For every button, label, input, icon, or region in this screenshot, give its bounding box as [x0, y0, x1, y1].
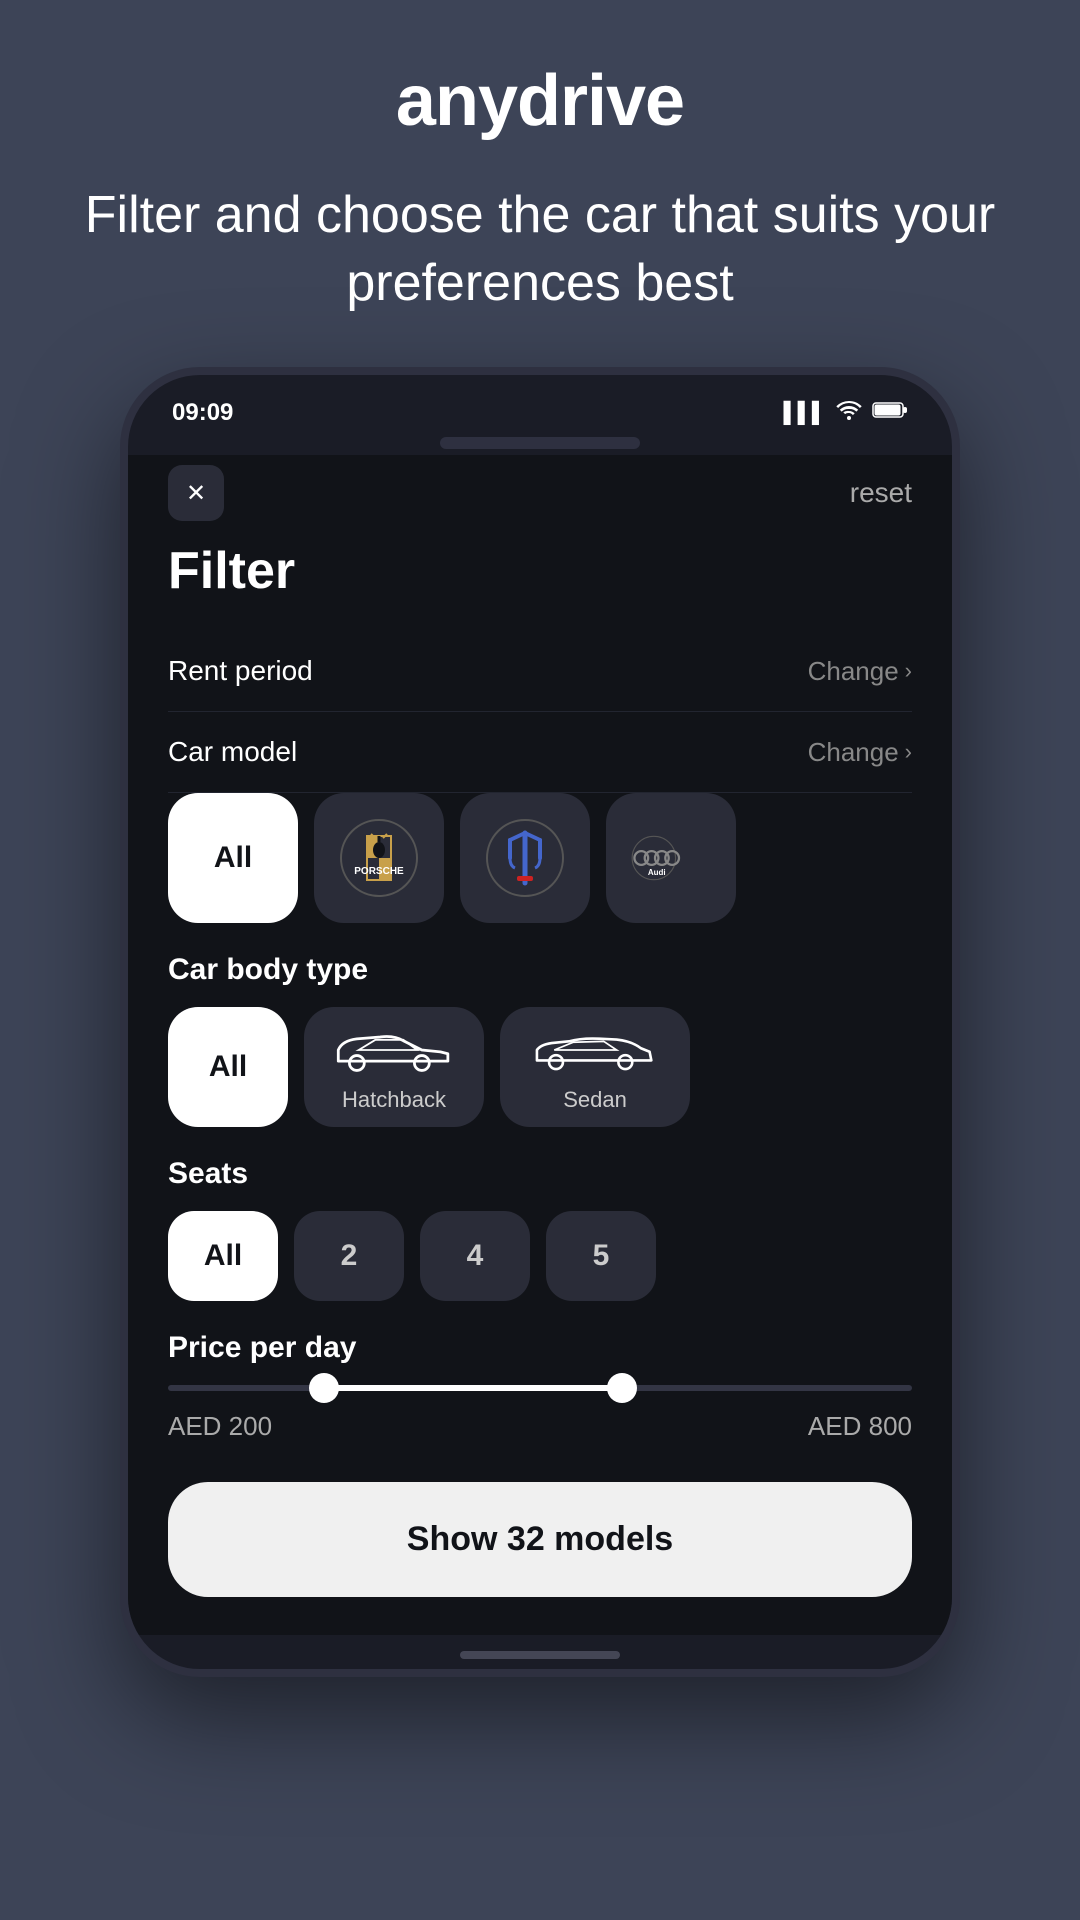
brand-chip-audi[interactable]: Audi — [606, 793, 736, 923]
svg-text:Audi: Audi — [648, 868, 666, 877]
car-body-type-header: Car body type — [168, 953, 912, 987]
brand-chip-all[interactable]: All — [168, 793, 298, 923]
sedan-icon — [530, 1021, 660, 1079]
seat-chip-5[interactable]: 5 — [546, 1211, 656, 1301]
reset-button[interactable]: reset — [850, 477, 912, 509]
battery-icon — [872, 401, 908, 425]
car-model-row: Car model Change › — [168, 712, 912, 793]
show-models-button[interactable]: Show 32 models — [168, 1482, 912, 1597]
slider-track — [168, 1385, 912, 1391]
seats-row: All 2 4 5 — [168, 1211, 912, 1301]
filter-screen: ✕ reset Filter Rent period Change › Car … — [128, 455, 952, 1635]
hatchback-icon — [329, 1021, 459, 1079]
filter-top-controls: ✕ reset — [168, 465, 912, 521]
rent-period-change: Change — [808, 656, 899, 687]
seat-5-label: 5 — [593, 1239, 610, 1273]
app-title: anydrive — [396, 60, 684, 142]
slider-thumb-min[interactable] — [309, 1373, 339, 1403]
seat-all-label: All — [204, 1239, 242, 1273]
body-type-all-label: All — [209, 1050, 247, 1084]
brands-row: All PORSCHE — [168, 793, 912, 923]
body-type-chip-all[interactable]: All — [168, 1007, 288, 1127]
wifi-icon — [836, 400, 862, 426]
body-type-chip-sedan[interactable]: Sedan — [500, 1007, 690, 1127]
close-icon: ✕ — [186, 479, 206, 508]
home-indicator — [460, 1651, 620, 1659]
phone-frame: 09:09 ▌▌▌ ✕ reset — [120, 367, 960, 1677]
phone-notch — [440, 437, 640, 449]
app-tagline: Filter and choose the car that suits you… — [80, 182, 1000, 317]
price-max-label: AED 800 — [808, 1411, 912, 1442]
car-model-chevron-icon: › — [905, 739, 912, 765]
price-min-label: AED 200 — [168, 1411, 272, 1442]
hatchback-label: Hatchback — [342, 1087, 446, 1113]
price-labels: AED 200 AED 800 — [168, 1411, 912, 1442]
svg-text:PORSCHE: PORSCHE — [354, 866, 404, 877]
brand-chip-maserati[interactable] — [460, 793, 590, 923]
seat-chip-2[interactable]: 2 — [294, 1211, 404, 1301]
sedan-label: Sedan — [563, 1087, 627, 1113]
porsche-icon: PORSCHE — [339, 818, 419, 898]
seats-header: Seats — [168, 1157, 912, 1191]
slider-fill — [324, 1385, 622, 1391]
body-types-row: All Hatchback — [168, 1007, 912, 1127]
slider-thumb-max[interactable] — [607, 1373, 637, 1403]
rent-period-label: Rent period — [168, 655, 313, 687]
maserati-icon — [485, 818, 565, 898]
car-model-action[interactable]: Change › — [808, 737, 912, 768]
car-model-change: Change — [808, 737, 899, 768]
status-time: 09:09 — [172, 399, 233, 427]
price-per-day-header: Price per day — [168, 1331, 912, 1365]
status-icons: ▌▌▌ — [783, 400, 908, 426]
status-bar: 09:09 ▌▌▌ — [128, 375, 952, 437]
seat-chip-all[interactable]: All — [168, 1211, 278, 1301]
rent-period-row: Rent period Change › — [168, 631, 912, 712]
seat-4-label: 4 — [467, 1239, 484, 1273]
rent-period-action[interactable]: Change › — [808, 656, 912, 687]
price-slider-container: AED 200 AED 800 — [168, 1385, 912, 1442]
seat-2-label: 2 — [341, 1239, 358, 1273]
rent-period-chevron-icon: › — [905, 658, 912, 684]
filter-title: Filter — [168, 541, 912, 601]
brand-all-label: All — [214, 841, 252, 875]
audi-icon: Audi — [631, 818, 711, 898]
signal-icon: ▌▌▌ — [783, 402, 826, 425]
seat-chip-4[interactable]: 4 — [420, 1211, 530, 1301]
body-type-chip-hatchback[interactable]: Hatchback — [304, 1007, 484, 1127]
brand-chip-porsche[interactable]: PORSCHE — [314, 793, 444, 923]
close-button[interactable]: ✕ — [168, 465, 224, 521]
car-model-label: Car model — [168, 736, 297, 768]
